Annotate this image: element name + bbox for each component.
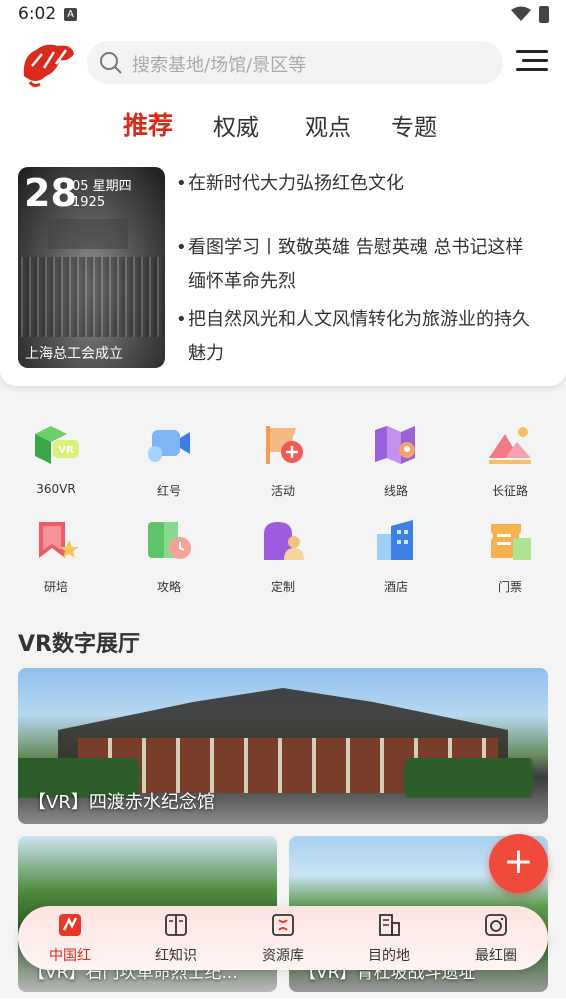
wifi-icon <box>511 6 531 21</box>
ticket-icon <box>491 524 531 560</box>
history-caption: 上海总工会成立 <box>25 346 123 362</box>
search-icon <box>100 52 122 74</box>
vr-card-title: 【VR】四渡赤水纪念馆 <box>28 792 215 813</box>
grid-label: 线路 <box>383 484 408 498</box>
book-clock-icon <box>148 522 191 559</box>
grid-label: 360VR <box>36 482 76 496</box>
china-red-icon <box>59 914 81 936</box>
history-day: 28 <box>24 171 77 215</box>
grid-item-custom[interactable]: 定制 <box>243 516 323 595</box>
tab-topic[interactable]: 专题 <box>391 108 437 142</box>
grid-item-ticket[interactable]: 门票 <box>470 516 550 595</box>
grid-label: 活动 <box>270 484 295 498</box>
nav-label: 目的地 <box>368 948 410 964</box>
search-bar[interactable]: 搜索基地/场馆/景区等 <box>87 41 503 84</box>
nav-label: 红知识 <box>155 948 197 964</box>
grid-item-training[interactable]: 研培 <box>16 516 96 595</box>
battery-icon <box>539 6 549 23</box>
book-icon <box>165 914 187 936</box>
menu-icon[interactable] <box>516 50 548 74</box>
news-text: 魅力 <box>188 343 224 364</box>
grid-label: 酒店 <box>383 580 408 594</box>
nav-item-china-red[interactable]: 中国红 <box>30 912 110 965</box>
grid-item-hotel[interactable]: 酒店 <box>356 516 436 595</box>
header: 搜索基地/场馆/景区等 <box>0 30 566 94</box>
bookmark-star-icon <box>39 522 79 558</box>
section-title: VR数字展厅 <box>18 632 140 657</box>
grid-item-360vr[interactable]: VR 360VR <box>16 420 96 496</box>
video-icon <box>148 430 190 462</box>
news-text: 把自然风光和人文风情转化为旅游业的持久 <box>188 309 530 330</box>
vr-card[interactable]: 【VR】四渡赤水纪念馆 <box>18 668 548 824</box>
history-month-weekday: 05 星期四 <box>72 179 132 194</box>
grid-item-hongHao[interactable]: 红号 <box>129 420 209 499</box>
building-icon <box>379 914 400 936</box>
map-route-icon <box>375 426 415 464</box>
add-button[interactable]: + <box>489 834 548 893</box>
category-tabs: 推荐 权威 观点 专题 <box>0 102 566 148</box>
today-in-history-card[interactable]: 28 05 星期四 1925 上海总工会成立 <box>18 167 165 368</box>
grid-item-activity[interactable]: 活动 <box>243 420 323 499</box>
grid-item-guide[interactable]: 攻略 <box>129 516 209 595</box>
tab-opinion[interactable]: 观点 <box>305 108 351 142</box>
grid-label: 门票 <box>497 580 522 594</box>
nav-item-resources[interactable]: 资源库 <box>243 912 323 965</box>
grid-label: 定制 <box>270 580 295 594</box>
vr-icon: VR <box>35 426 79 464</box>
news-item[interactable]: 看图学习丨致敬英雄 告慰英魂 总书记这样 缅怀革命先烈 <box>176 231 548 299</box>
hotel-icon <box>377 520 413 560</box>
app-logo[interactable] <box>16 36 76 90</box>
grid-label: 红号 <box>156 484 181 498</box>
grid-label: 长征路 <box>491 484 528 498</box>
nav-label: 资源库 <box>262 948 304 964</box>
bottom-nav: 中国红 红知识 资源库 目的地 最红圈 <box>18 906 548 970</box>
news-text: 看图学习丨致敬英雄 告慰英魂 总书记这样 <box>188 237 524 258</box>
svg-text:VR: VR <box>58 445 74 456</box>
system-nav-bar <box>0 998 566 1008</box>
grid-label: 攻略 <box>156 580 181 594</box>
news-item[interactable]: 在新时代大力弘扬红色文化 <box>176 167 548 201</box>
news-text: 缅怀革命先烈 <box>188 271 296 292</box>
tab-authority[interactable]: 权威 <box>213 108 259 142</box>
photo-banner <box>48 219 128 249</box>
notification-icon: A <box>64 8 77 21</box>
nav-label: 最红圈 <box>475 948 517 964</box>
resource-icon <box>272 914 294 936</box>
grid-item-route[interactable]: 线路 <box>356 420 436 499</box>
flag-plus-icon <box>266 426 303 464</box>
status-bar: 6:02 A <box>0 0 566 30</box>
nav-item-circle[interactable]: 最红圈 <box>456 912 536 965</box>
news-text: 在新时代大力弘扬红色文化 <box>188 173 404 194</box>
status-time: 6:02 <box>18 4 57 24</box>
grid-item-long-march[interactable]: 长征路 <box>470 420 550 499</box>
history-year: 1925 <box>72 195 106 210</box>
tab-recommend[interactable]: 推荐 <box>123 106 173 142</box>
nav-label: 中国红 <box>49 948 91 964</box>
featured-section: 推荐 权威 观点 专题 28 05 星期四 1925 上海总工会成立 在新时代大… <box>0 94 566 386</box>
nav-item-destination[interactable]: 目的地 <box>349 912 429 965</box>
mountain-icon <box>489 427 531 464</box>
search-placeholder: 搜索基地/场馆/景区等 <box>132 55 307 76</box>
custom-user-icon <box>264 522 304 560</box>
photo-crowd <box>18 257 165 337</box>
news-item[interactable]: 把自然风光和人文风情转化为旅游业的持久 魅力 <box>176 303 548 371</box>
nav-item-knowledge[interactable]: 红知识 <box>136 912 216 965</box>
grid-label: 研培 <box>43 580 68 594</box>
camera-icon <box>485 914 507 936</box>
